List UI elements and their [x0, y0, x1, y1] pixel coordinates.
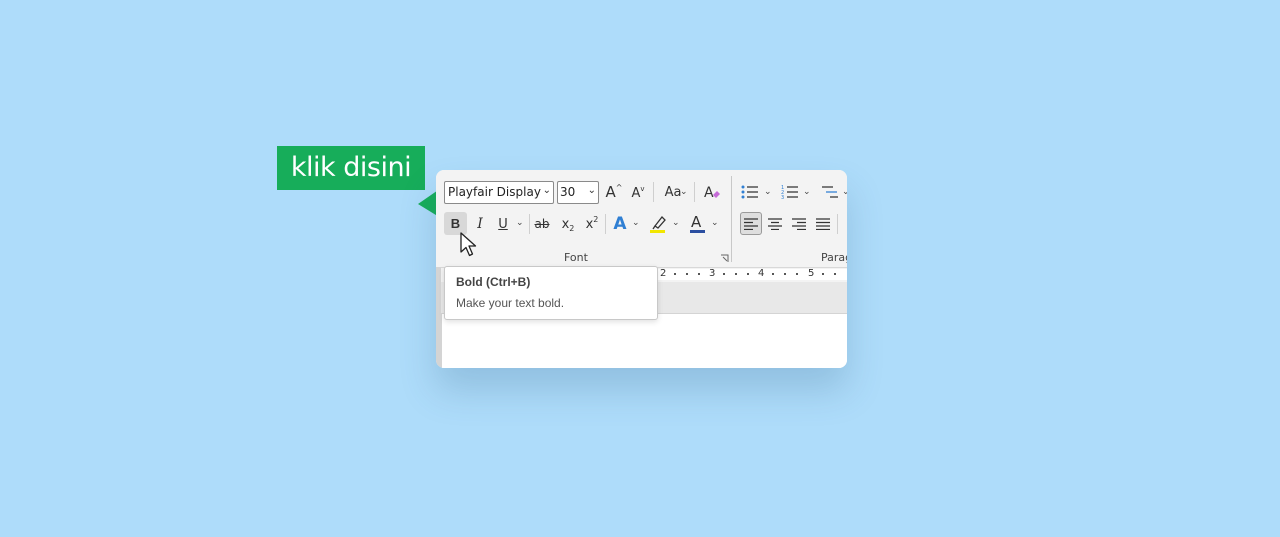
subscript-button[interactable]: x2 [558, 214, 578, 234]
numbered-list-icon: 1 2 3 [781, 185, 798, 200]
clear-formatting-button[interactable]: A [702, 182, 722, 202]
dialog-launcher-icon[interactable] [720, 254, 729, 263]
highlighter-icon [650, 216, 666, 233]
chevron-down-icon: ⌄ [711, 217, 719, 227]
underline-icon: U [498, 216, 508, 232]
divider [837, 214, 838, 234]
subscript-digit: 2 [569, 224, 575, 233]
paragraph-group-label: Parag [821, 251, 847, 264]
chevron-down-icon: ⌄ [842, 186, 847, 196]
highlight-button[interactable] [648, 213, 668, 235]
multilevel-list-icon [822, 186, 838, 198]
justify-button[interactable] [814, 214, 832, 234]
ruler-tick [686, 273, 688, 275]
ruler-strip [656, 269, 847, 280]
ruler-tick [747, 273, 749, 275]
italic-icon: I [477, 216, 483, 232]
ruler-tick [723, 273, 725, 275]
font-color-button[interactable]: A [688, 213, 708, 235]
group-divider [731, 176, 732, 262]
font-name-value: Playfair Display [448, 185, 541, 199]
svg-text:A: A [704, 185, 714, 201]
chevron-down-icon: ⌄ [632, 217, 640, 227]
align-center-icon [768, 218, 782, 230]
shrink-font-button[interactable]: Av [628, 184, 648, 202]
strikethrough-button[interactable]: ab [532, 214, 552, 234]
ruler-tick [698, 273, 700, 275]
ruler-tick [796, 273, 798, 275]
ruler-number: 2 [660, 268, 667, 279]
chevron-down-icon: ⌄ [516, 217, 524, 227]
change-case-icon: Aa [664, 184, 682, 200]
align-left-button[interactable] [740, 212, 762, 235]
italic-button[interactable]: I [470, 214, 490, 234]
divider [605, 214, 606, 234]
superscript-icon: x [585, 216, 594, 232]
callout-label: klik disini [277, 146, 425, 190]
document-page[interactable] [441, 313, 847, 368]
ribbon: Playfair Display ⌄ 30 ⌄ A ^ Av Aa ⌄ A B … [436, 170, 847, 267]
bullet-list-icon [741, 185, 758, 199]
text-effects-button[interactable]: A [610, 213, 630, 235]
font-group-label: Font [564, 251, 588, 264]
superscript-digit: 2 [593, 215, 599, 224]
font-color-letter: A [691, 213, 702, 231]
align-left-icon [744, 217, 758, 230]
ruler-number: 3 [709, 268, 716, 279]
ruler-tick [822, 273, 824, 275]
shrink-font-icon: A [631, 185, 641, 201]
ruler-tick [735, 273, 737, 275]
ruler-number: 4 [758, 268, 765, 279]
bullets-button[interactable] [740, 182, 760, 202]
multilevel-list-button[interactable] [820, 182, 840, 202]
divider [653, 182, 654, 202]
divider [529, 214, 530, 234]
superscript-button[interactable]: x2 [582, 214, 602, 234]
justify-icon [816, 218, 830, 230]
chevron-down-icon: ⌄ [803, 186, 811, 196]
tooltip-title: Bold (Ctrl+B) [456, 275, 531, 289]
chevron-down-icon: ⌄ [764, 186, 772, 196]
chevron-down-icon: ⌄ [542, 185, 551, 196]
ruler-number: 5 [808, 268, 815, 279]
grow-font-button[interactable]: A ^ [604, 182, 624, 202]
strikethrough-icon: ab [534, 217, 550, 231]
align-center-button[interactable] [766, 214, 784, 234]
chevron-down-icon: ⌄ [587, 185, 596, 196]
bold-tooltip: Bold (Ctrl+B) Make your text bold. [444, 266, 658, 320]
ruler-tick [834, 273, 836, 275]
align-right-button[interactable] [790, 214, 808, 234]
underline-button[interactable]: U [493, 214, 513, 234]
font-size-value: 30 [560, 185, 576, 199]
ruler-tick [784, 273, 786, 275]
clear-formatting-icon: A [704, 185, 720, 201]
align-right-icon [792, 218, 806, 230]
text-effects-icon: A [613, 214, 627, 234]
ruler-tick [674, 273, 676, 275]
svg-text:3: 3 [781, 195, 784, 200]
grow-font-icon: A [605, 183, 616, 201]
font-name-select[interactable]: Playfair Display ⌄ [444, 181, 554, 204]
tooltip-description: Make your text bold. [456, 296, 565, 310]
chevron-down-icon: ⌄ [672, 217, 680, 227]
font-size-select[interactable]: 30 ⌄ [557, 181, 599, 204]
mouse-cursor-icon [460, 232, 477, 257]
divider [694, 182, 695, 202]
subscript-icon: x [561, 216, 570, 232]
bold-icon: B [450, 216, 461, 231]
chevron-down-icon: ⌄ [680, 186, 688, 196]
ruler-tick [772, 273, 774, 275]
numbering-button[interactable]: 1 2 3 [780, 182, 800, 202]
